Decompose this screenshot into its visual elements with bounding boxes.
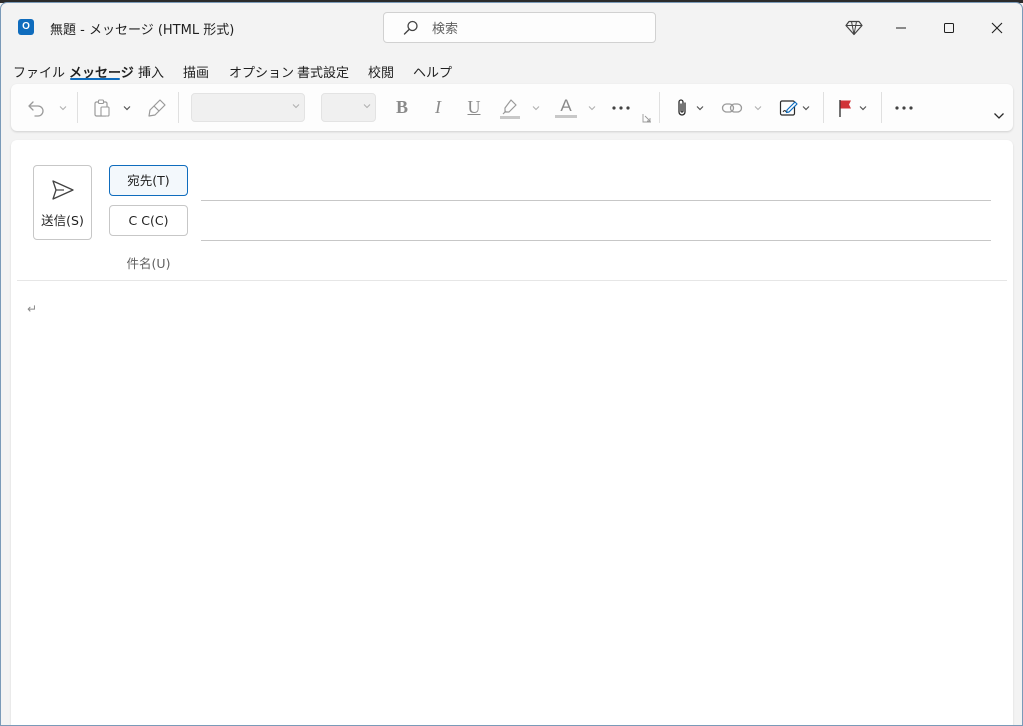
font-dialog-launcher[interactable] <box>641 112 653 124</box>
chevron-down-icon <box>59 105 67 110</box>
premium-diamond-icon[interactable] <box>839 13 869 43</box>
attach-dropdown[interactable] <box>694 94 706 121</box>
subject-field[interactable] <box>201 248 991 278</box>
signature-icon <box>779 99 798 116</box>
more-commands-button[interactable] <box>892 94 916 121</box>
ribbon-toolbar: B I U A <box>11 84 1013 131</box>
minimize-button[interactable] <box>886 13 916 43</box>
compose-pane: 送信(S) 宛先(T) C C(C) 件名(U) ↵ <box>11 140 1013 725</box>
undo-icon <box>28 100 44 117</box>
more-icon <box>612 105 630 110</box>
chevron-down-icon <box>696 105 704 110</box>
signature-dropdown[interactable] <box>801 94 811 121</box>
link-button[interactable] <box>719 94 745 121</box>
attach-file-button[interactable] <box>671 94 693 121</box>
ribbon-divider <box>178 92 179 123</box>
cc-button[interactable]: C C(C) <box>109 205 188 236</box>
send-icon <box>52 180 74 200</box>
format-painter-icon <box>148 98 166 117</box>
send-button[interactable]: 送信(S) <box>33 165 92 240</box>
chevron-down-icon <box>532 105 540 110</box>
font-name-combo[interactable] <box>191 93 305 122</box>
font-color-letter: A <box>560 96 572 115</box>
paste-icon <box>94 98 110 117</box>
search-icon <box>402 19 420 37</box>
to-button[interactable]: 宛先(T) <box>109 165 188 196</box>
italic-button[interactable]: I <box>427 94 449 121</box>
message-body[interactable]: ↵ <box>25 296 1000 716</box>
font-size-combo[interactable] <box>321 93 376 122</box>
search-input[interactable] <box>430 18 634 40</box>
expand-ribbon-icon <box>994 113 1004 119</box>
bold-button[interactable]: B <box>391 94 413 121</box>
flag-icon <box>839 99 851 117</box>
more-formatting-button[interactable] <box>609 94 633 121</box>
paste-dropdown[interactable] <box>121 94 133 121</box>
maximize-button[interactable] <box>934 13 964 43</box>
chevron-down-icon <box>292 104 300 109</box>
bold-label: B <box>395 97 408 117</box>
chevron-down-icon <box>363 104 371 109</box>
subject-label: 件名(U) <box>126 256 171 271</box>
tab-help[interactable]: ヘルプ <box>413 62 452 81</box>
ribbon-divider <box>659 92 660 123</box>
font-color-button[interactable]: A <box>553 94 579 121</box>
chevron-down-icon <box>802 105 810 110</box>
window-title: 無題 - メッセージ (HTML 形式) <box>50 23 235 38</box>
active-tab-indicator <box>70 78 120 80</box>
undo-button[interactable] <box>25 94 49 121</box>
expand-ribbon-button[interactable] <box>991 108 1007 124</box>
menu-bar: ファイル メッセージ 挿入 描画 オプション 書式設定 校閲 ヘルプ <box>1 58 1022 84</box>
underline-button[interactable]: U <box>463 94 485 121</box>
title-bar: O 無題 - メッセージ (HTML 形式) <box>1 3 1022 51</box>
underline-label: U <box>467 97 481 117</box>
signature-button[interactable] <box>777 94 801 121</box>
italic-label: I <box>435 97 441 117</box>
highlighter-icon <box>500 98 520 119</box>
chevron-down-icon <box>859 105 867 110</box>
cc-field[interactable] <box>201 211 991 241</box>
tab-options[interactable]: オプション <box>229 62 294 81</box>
dialog-launcher-icon <box>642 114 651 123</box>
chevron-down-icon <box>588 105 596 110</box>
highlight-dropdown[interactable] <box>530 94 542 121</box>
close-button[interactable] <box>982 13 1012 43</box>
search-box[interactable] <box>383 12 656 43</box>
font-color-dropdown[interactable] <box>586 94 598 121</box>
attach-icon <box>678 98 686 116</box>
link-dropdown[interactable] <box>752 94 764 121</box>
ribbon-divider <box>823 92 824 123</box>
link-icon <box>721 102 743 113</box>
paragraph-mark: ↵ <box>27 302 38 316</box>
tab-draw[interactable]: 描画 <box>183 62 209 81</box>
outlook-icon: O <box>18 19 37 35</box>
send-label: 送信(S) <box>41 213 84 228</box>
more-icon <box>895 105 913 110</box>
undo-dropdown[interactable] <box>57 94 69 121</box>
tab-format-text[interactable]: 書式設定 <box>297 62 349 81</box>
chevron-down-icon <box>123 105 131 110</box>
tab-review[interactable]: 校閲 <box>368 62 394 81</box>
flag-dropdown[interactable] <box>857 94 869 121</box>
tab-insert[interactable]: 挿入 <box>138 62 164 81</box>
follow-up-flag-button[interactable] <box>835 94 855 121</box>
header-divider <box>17 280 1007 281</box>
compose-window: O 無題 - メッセージ (HTML 形式) ファイル メッセージ 挿入 描画 … <box>0 2 1023 726</box>
paste-button[interactable] <box>91 94 113 121</box>
chevron-down-icon <box>754 105 762 110</box>
ribbon-divider <box>881 92 882 123</box>
tab-file[interactable]: ファイル <box>13 62 65 81</box>
font-color-swatch <box>555 115 577 118</box>
highlight-button[interactable] <box>497 94 523 121</box>
to-field[interactable] <box>201 171 991 201</box>
format-painter-button[interactable] <box>145 94 169 121</box>
ribbon-divider <box>77 92 78 123</box>
